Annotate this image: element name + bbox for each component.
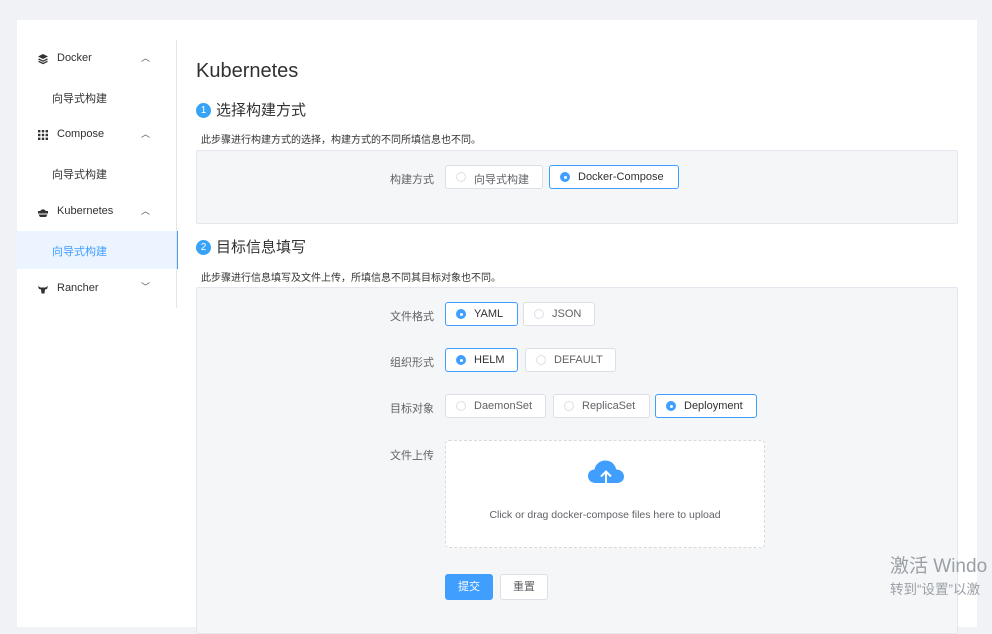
radio-label: JSON [552, 308, 582, 320]
step-2-heading: 2 目标信息填写 [196, 236, 306, 257]
radio-dot [666, 401, 676, 411]
menu-group-label: Docker [57, 52, 92, 64]
chevron-up-icon: ︿ [141, 53, 151, 63]
step-1-description: 此步骤进行构建方式的选择，构建方式的不同所填信息也不同。 [201, 135, 481, 146]
radio-yaml[interactable]: YAML [445, 302, 518, 326]
file-format-label: 文件格式 [390, 311, 434, 323]
radio-wizard-build[interactable]: 向导式构建 [445, 165, 543, 189]
menu-item-compose-wizard[interactable]: 向导式构建 [17, 154, 177, 192]
radio-dot [456, 172, 466, 182]
org-form-label: 组织形式 [390, 357, 434, 369]
radio-dot [534, 309, 544, 319]
sidebar-divider [176, 40, 177, 308]
chevron-up-icon: ︿ [141, 129, 151, 139]
menu-group-rancher[interactable]: Rancher ﹀ [17, 270, 177, 308]
radio-label: Docker-Compose [578, 171, 664, 183]
step-2-badge: 2 [196, 239, 211, 255]
activation-watermark-subtitle: 转到“设置”以激 [890, 582, 980, 597]
radio-dot [456, 355, 466, 365]
chevron-up-icon: ︿ [141, 206, 151, 216]
reset-button[interactable]: 重置 [500, 574, 548, 600]
menu-item-label: 向导式构建 [52, 246, 107, 258]
radio-label: 向导式构建 [474, 174, 529, 186]
step-1-title: 选择构建方式 [216, 102, 307, 119]
sidebar-menu: Docker ︿ 向导式构建 Compose ︿ 向导式构建 Kubernete… [17, 40, 178, 310]
chevron-down-icon: ﹀ [141, 282, 151, 292]
build-method-label: 构建方式 [390, 174, 434, 186]
menu-item-label: 向导式构建 [52, 169, 107, 181]
radio-helm[interactable]: HELM [445, 348, 518, 372]
menu-item-label: 向导式构建 [52, 93, 107, 105]
menu-group-compose[interactable]: Compose ︿ [17, 116, 177, 154]
upload-hint-text: Click or drag docker-compose files here … [489, 509, 721, 521]
radio-label: HELM [474, 354, 505, 366]
radio-label: DEFAULT [554, 354, 603, 366]
menu-group-label: Compose [57, 128, 105, 140]
file-upload-label: 文件上传 [390, 450, 434, 462]
radio-dot [456, 309, 466, 319]
menu-item-kubernetes-wizard[interactable]: 向导式构建 [17, 231, 178, 269]
submit-button[interactable]: 提交 [445, 574, 493, 600]
radio-label: ReplicaSet [582, 400, 636, 412]
radio-daemonset[interactable]: DaemonSet [445, 394, 546, 418]
grid-icon [38, 130, 48, 140]
target-object-label: 目标对象 [390, 403, 434, 415]
ship-icon [38, 209, 48, 217]
radio-replicaset[interactable]: ReplicaSet [553, 394, 650, 418]
activation-watermark-title: 激活 Windo [890, 556, 988, 577]
step-1-heading: 1 选择构建方式 [196, 99, 306, 120]
step-2-title: 目标信息填写 [216, 239, 307, 256]
radio-default[interactable]: DEFAULT [525, 348, 616, 372]
radio-label: DaemonSet [474, 400, 533, 412]
radio-deployment[interactable]: Deployment [655, 394, 757, 418]
radio-label: Deployment [684, 400, 743, 412]
step-2-description: 此步骤进行信息填写及文件上传，所填信息不同其目标对象也不同。 [201, 273, 501, 284]
radio-label: YAML [474, 308, 504, 320]
upload-dropzone[interactable]: Click or drag docker-compose files here … [445, 440, 765, 548]
radio-docker-compose[interactable]: Docker-Compose [549, 165, 679, 189]
radio-dot [456, 401, 466, 411]
radio-dot [560, 172, 570, 182]
menu-group-label: Rancher [57, 282, 99, 294]
menu-group-docker[interactable]: Docker ︿ [17, 40, 177, 78]
radio-json[interactable]: JSON [523, 302, 595, 326]
cloud-upload-icon [588, 460, 624, 490]
menu-group-label: Kubernetes [57, 205, 114, 217]
layers-icon [38, 54, 48, 65]
menu-group-kubernetes[interactable]: Kubernetes ︿ [17, 193, 177, 231]
menu-item-docker-wizard[interactable]: 向导式构建 [17, 78, 177, 116]
radio-dot [564, 401, 574, 411]
page-title: Kubernetes [196, 60, 299, 82]
bull-icon [38, 286, 48, 294]
radio-dot [536, 355, 546, 365]
step-1-badge: 1 [196, 102, 211, 118]
